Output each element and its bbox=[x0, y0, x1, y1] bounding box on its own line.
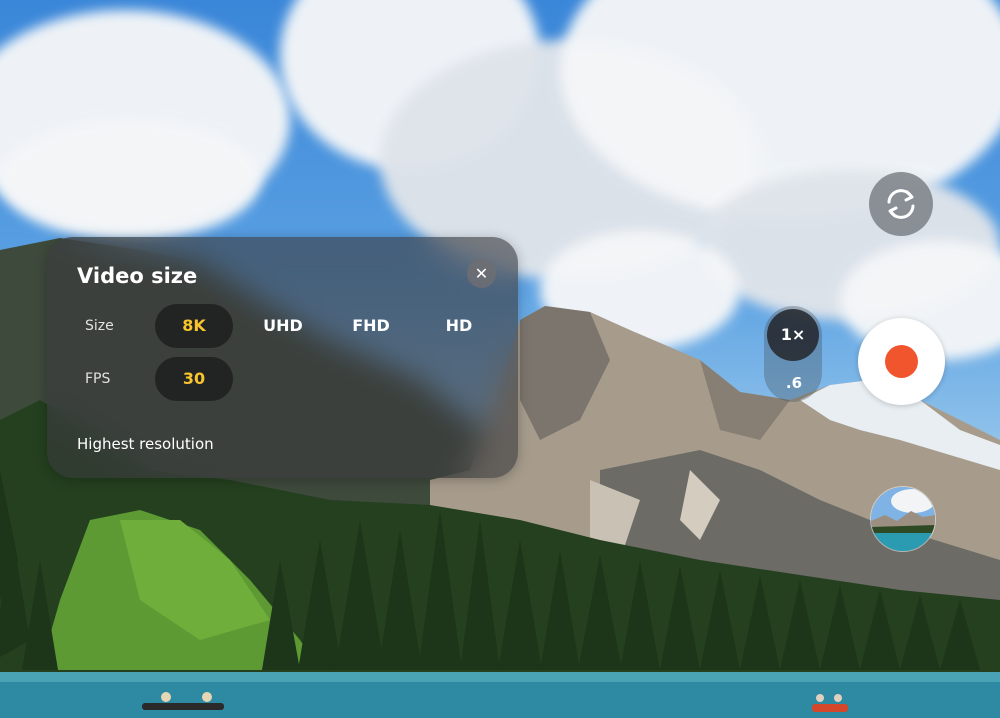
switch-camera-button[interactable] bbox=[869, 172, 933, 236]
size-label: Size bbox=[85, 318, 114, 334]
fps-option-30[interactable]: 30 bbox=[155, 357, 233, 401]
close-button[interactable]: ✕ bbox=[467, 259, 496, 288]
size-option-8k[interactable]: 8K bbox=[155, 304, 233, 348]
record-button[interactable] bbox=[858, 318, 945, 405]
panel-title: Video size bbox=[77, 264, 198, 288]
resolution-description: Highest resolution bbox=[77, 435, 214, 453]
fps-label: FPS bbox=[85, 371, 111, 387]
zoom-1x-button[interactable]: 1× bbox=[767, 309, 819, 361]
size-option-hd[interactable]: HD bbox=[420, 304, 498, 348]
size-option-fhd[interactable]: FHD bbox=[332, 304, 410, 348]
video-size-panel: Video size ✕ Size 8K UHD FHD HD FPS 30 H… bbox=[47, 237, 518, 478]
camera-switch-icon bbox=[887, 189, 915, 219]
gallery-thumbnail-button[interactable] bbox=[870, 486, 936, 552]
zoom-0-6-button[interactable]: .6 bbox=[782, 374, 806, 392]
gallery-thumbnail-icon bbox=[871, 487, 935, 551]
size-option-uhd[interactable]: UHD bbox=[244, 304, 322, 348]
close-icon: ✕ bbox=[474, 264, 489, 283]
record-icon bbox=[885, 345, 918, 378]
